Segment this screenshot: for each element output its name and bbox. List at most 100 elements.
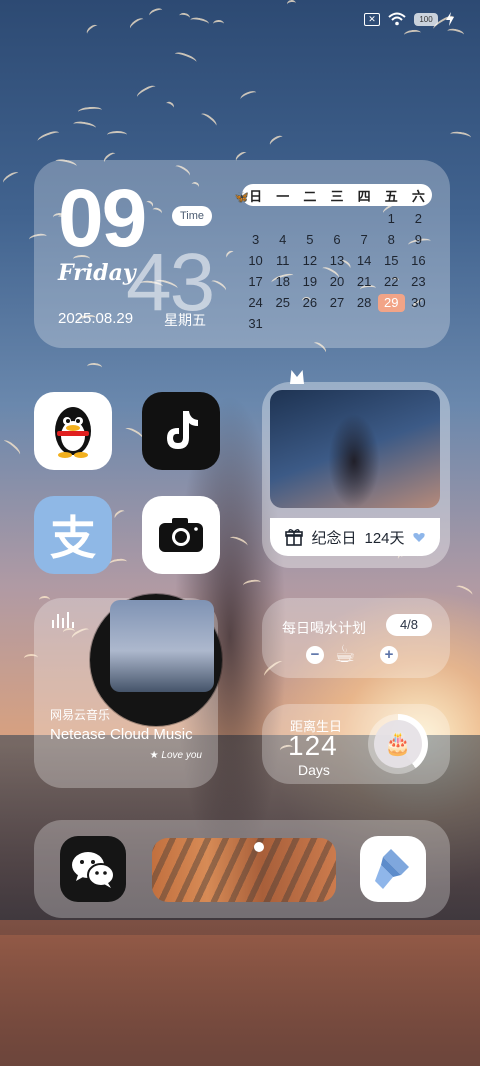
bird-decoration [72, 120, 97, 132]
bird-decoration [212, 19, 224, 29]
calendar-day[interactable]: 1 [378, 210, 405, 228]
calendar-day[interactable]: 21 [351, 273, 378, 291]
banner-dot [254, 842, 264, 852]
bird-decoration [163, 100, 176, 112]
calendar-day[interactable]: 2 [405, 210, 432, 228]
water-plan-title: 每日喝水计划 [282, 620, 366, 636]
wechat-app-button[interactable] [60, 836, 126, 902]
calendar-day[interactable]: 10 [242, 252, 269, 270]
calendar-day[interactable]: 14 [351, 252, 378, 270]
calendar-empty-cell [296, 210, 323, 228]
calendar-day[interactable]: 17 [242, 273, 269, 291]
sim-off-icon: ✕ [364, 12, 380, 26]
calendar-day[interactable]: 25 [269, 294, 296, 312]
calendar-day[interactable]: 23 [405, 273, 432, 291]
calendar-day[interactable]: 19 [296, 273, 323, 291]
calendar-day[interactable]: 3 [242, 231, 269, 249]
calendar: 🦋 日一二三四五六 1 2 3 4 5 6 7 8 9 10 11 12 13 14 15 16 17 18 19 2… [234, 184, 432, 333]
birthday-countdown-widget[interactable]: 距离生日 124 Days 🎂 [262, 704, 450, 784]
calendar-weekday-header: 一 [276, 188, 290, 204]
bird-decoration [86, 362, 102, 372]
heart-icon [412, 532, 425, 542]
calendar-day[interactable]: 11 [269, 252, 296, 270]
bird-decoration [147, 6, 164, 20]
bird-decoration [454, 583, 475, 599]
music-app-name: 网易云音乐 [50, 708, 111, 722]
bird-decoration [135, 83, 158, 101]
anniversary-days: 124天 [364, 529, 405, 547]
calendar-days: 1 2 3 4 5 6 7 8 9 10 11 12 13 14 15 16 17 18 19 20 21 22 23 24 2… [242, 210, 432, 333]
bird-decoration [286, 0, 297, 9]
calendar-day[interactable]: 24 [242, 294, 269, 312]
calendar-day[interactable]: 5 [296, 231, 323, 249]
bird-decoration [78, 105, 103, 116]
banner-pattern [152, 838, 336, 902]
birthday-progress-ring: 🎂 [368, 714, 428, 774]
calendar-day[interactable]: 26 [296, 294, 323, 312]
calendar-day[interactable]: 13 [323, 252, 350, 270]
anniversary-bar: 纪念日 124天 [270, 518, 440, 556]
calendar-day[interactable]: 4 [269, 231, 296, 249]
alipay-app-button[interactable]: 支 [34, 496, 112, 574]
anniversary-label: 纪念日 [311, 529, 357, 547]
water-decrease-button[interactable]: − [306, 646, 324, 664]
calendar-day[interactable]: 7 [351, 231, 378, 249]
calendar-empty-cell [351, 210, 378, 228]
anniversary-photo [270, 390, 440, 508]
calendar-day[interactable]: 6 [323, 231, 350, 249]
dock-photo-banner[interactable] [152, 838, 336, 902]
camera-icon [159, 518, 203, 552]
calendar-day[interactable]: 27 [323, 294, 350, 312]
calendar-weekday-header: 四 [357, 188, 371, 204]
water-count: 4/8 [386, 614, 432, 636]
calendar-weekday-header: 二 [303, 188, 317, 204]
calendar-day[interactable]: 31 [242, 315, 269, 333]
birthday-days: 124 [288, 730, 338, 761]
qq-app-button[interactable] [34, 392, 112, 470]
weekday-text: 星期五 [164, 312, 206, 328]
calendar-day[interactable]: 16 [405, 252, 432, 270]
calendar-weekday-header: 三 [330, 188, 344, 204]
time-bubble: Time [172, 206, 212, 226]
day-name: Friday [58, 260, 136, 286]
theme-brush-app-button[interactable] [360, 836, 426, 902]
clock-calendar-widget[interactable]: 09 43 Friday Time 2025.08.29 星期五 🦋 日一二三四… [34, 160, 450, 348]
bird-decoration [403, 28, 423, 39]
anniversary-photo-widget[interactable]: 纪念日 124天 [262, 382, 450, 568]
music-widget[interactable]: 网易云音乐 Netease Cloud Music ★ Love you [34, 594, 222, 788]
bird-decoration [0, 170, 21, 187]
calendar-weekday-header: 六 [411, 188, 425, 204]
calendar-empty-cell [242, 210, 269, 228]
calendar-day[interactable]: 8 [378, 231, 405, 249]
tiktok-icon [167, 411, 198, 449]
bird-decoration [178, 12, 191, 23]
bird-decoration [1, 437, 23, 458]
calendar-day[interactable]: 12 [296, 252, 323, 270]
wifi-icon [388, 12, 406, 26]
calendar-day[interactable]: 30 [405, 294, 432, 312]
photo-figure [324, 404, 384, 508]
calendar-weekday-header: 五 [384, 188, 398, 204]
bird-decoration [106, 130, 127, 140]
calendar-day[interactable]: 28 [351, 294, 378, 312]
bird-decoration [449, 130, 472, 142]
calendar-day[interactable]: 9 [405, 231, 432, 249]
birthday-unit: Days [298, 762, 330, 778]
calendar-day[interactable]: 15 [378, 252, 405, 270]
album-art [110, 600, 214, 692]
music-tagline: ★ Love you [149, 750, 202, 761]
audio-bars-icon [52, 612, 74, 628]
coffee-cup-icon: ☕ [334, 641, 356, 668]
calendar-day[interactable]: 22 [378, 273, 405, 291]
calendar-day[interactable]: 20 [323, 273, 350, 291]
bird-decoration [112, 508, 128, 522]
camera-app-button[interactable] [142, 496, 220, 574]
bird-decoration [84, 22, 100, 38]
calendar-day[interactable]: 29 [377, 294, 405, 312]
tiktok-app-button[interactable] [142, 392, 220, 470]
butterfly-icon: 🦋 [234, 190, 249, 204]
calendar-day[interactable]: 18 [269, 273, 296, 291]
calendar-empty-cell [323, 210, 350, 228]
bird-decoration [198, 111, 219, 129]
water-increase-button[interactable]: + [380, 646, 398, 664]
